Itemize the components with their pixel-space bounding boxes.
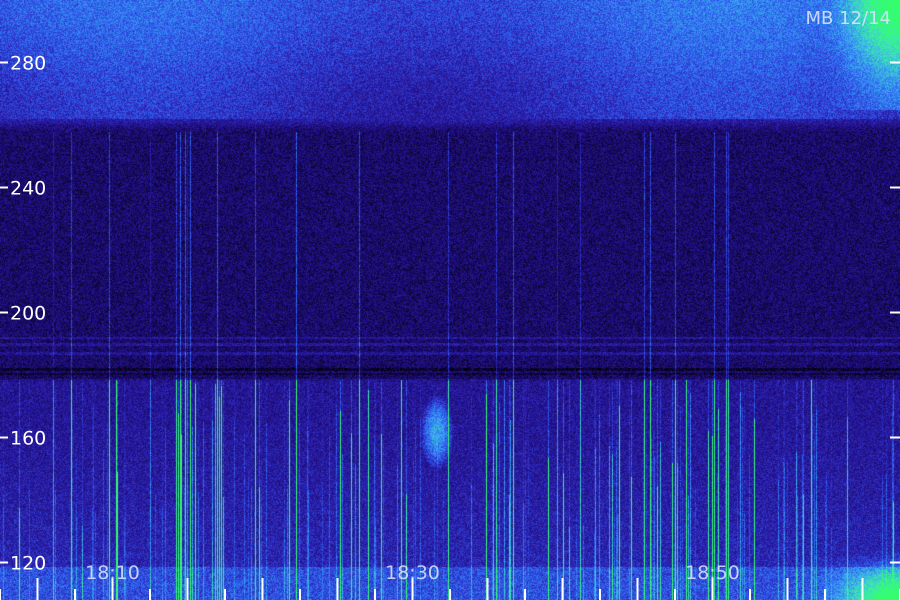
y-tick-label-280: 280 [10, 53, 46, 75]
x-tick-label-18:50: 18:50 [685, 562, 740, 584]
y-axis-ticks-left: 120 160 200 240 280 [0, 53, 46, 575]
y-tick-label-160: 160 [10, 428, 46, 450]
y-tick-label-200: 200 [10, 303, 46, 325]
x-tick-label-18:10: 18:10 [85, 562, 140, 584]
x-tick-label-18:30: 18:30 [385, 562, 440, 584]
x-axis-labels: 18:10 18:30 18:50 [85, 562, 740, 584]
y-axis-ticks-right [890, 61, 900, 564]
corner-label: MB 12/14 [806, 8, 891, 29]
y-tick-label-120: 120 [10, 553, 46, 575]
y-tick-label-240: 240 [10, 178, 46, 200]
axes-overlay: 120 160 200 240 280 18:10 18:30 18:50 MB 12/14 [0, 8, 900, 600]
spectrogram-figure: 120 160 200 240 280 18:10 18:30 18:50 MB 12/14 [0, 0, 900, 600]
